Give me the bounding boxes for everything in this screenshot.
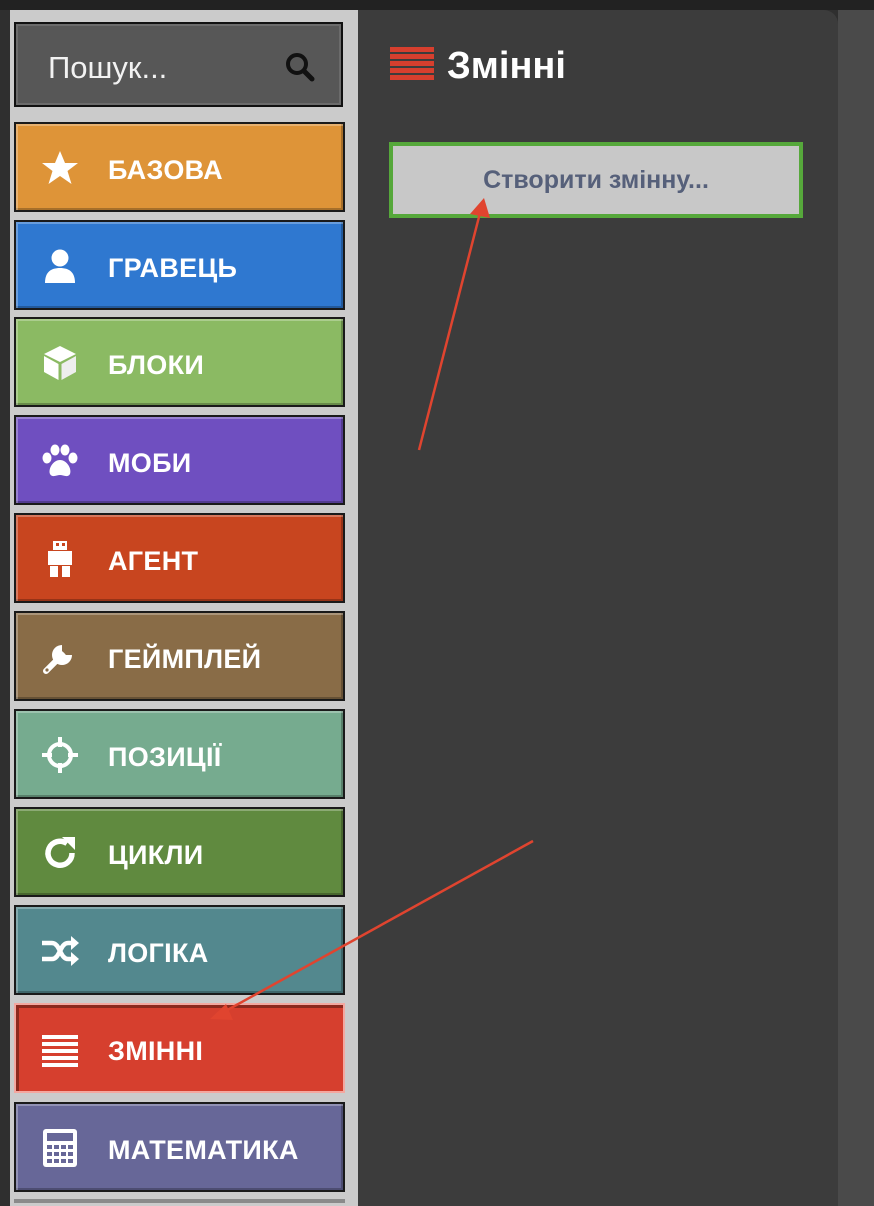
category-label: ГЕЙМПЛЕЙ	[108, 644, 262, 674]
workspace-edge	[838, 10, 874, 1206]
category-label: ЦИКЛИ	[108, 840, 204, 870]
create-variable-button[interactable]: Створити змінну...	[389, 142, 803, 218]
wrench-icon	[43, 645, 72, 674]
star-icon	[42, 151, 78, 184]
category-basic[interactable]: БАЗОВА	[14, 122, 345, 212]
search-icon[interactable]	[285, 52, 315, 82]
category-label: МАТЕМАТИКА	[108, 1135, 299, 1165]
category-label: ЗМІННІ	[108, 1036, 204, 1066]
search-box[interactable]: Пошук...	[14, 22, 343, 107]
calculator-icon	[43, 1129, 77, 1167]
cube-icon	[44, 346, 76, 380]
category-player[interactable]: ГРАВЕЦЬ	[14, 220, 345, 310]
paw-icon	[42, 444, 78, 477]
user-icon	[45, 249, 75, 283]
category-agent[interactable]: АГЕНТ	[14, 513, 345, 603]
search-input[interactable]: Пошук...	[48, 50, 167, 86]
category-mobs[interactable]: МОБИ	[14, 415, 345, 505]
category-label: БАЗОВА	[108, 155, 223, 185]
category-positions[interactable]: ПОЗИЦІЇ	[14, 709, 345, 799]
category-math[interactable]: МАТЕМАТИКА	[14, 1102, 345, 1192]
category-label: АГЕНТ	[108, 546, 199, 576]
list-icon	[42, 1035, 78, 1067]
category-label: БЛОКИ	[108, 350, 205, 380]
category-label: ЛОГІКА	[108, 938, 209, 968]
list-icon	[390, 47, 434, 80]
loop-icon	[45, 837, 75, 868]
toolbox-sidebar: Пошук... БАЗОВА ГРАВЕЦЬ БЛОКИ МОБИ АГЕНТ…	[0, 10, 358, 1206]
category-loops[interactable]: ЦИКЛИ	[14, 807, 345, 897]
crosshair-icon	[42, 737, 78, 773]
category-blocks[interactable]: БЛОКИ	[14, 317, 345, 407]
flyout-title: Змінні	[447, 45, 566, 87]
category-label: ГРАВЕЦЬ	[108, 253, 238, 283]
shuffle-icon	[42, 936, 79, 966]
category-variables[interactable]: ЗМІННІ	[14, 1003, 345, 1093]
sidebar-left-strip	[0, 10, 10, 1206]
agent-icon	[48, 541, 72, 577]
category-label: МОБИ	[108, 448, 192, 478]
top-bar	[0, 0, 874, 10]
sidebar-divider	[14, 1199, 345, 1203]
category-label: ПОЗИЦІЇ	[108, 742, 222, 772]
category-gameplay[interactable]: ГЕЙМПЛЕЙ	[14, 611, 345, 701]
category-logic[interactable]: ЛОГІКА	[14, 905, 345, 995]
